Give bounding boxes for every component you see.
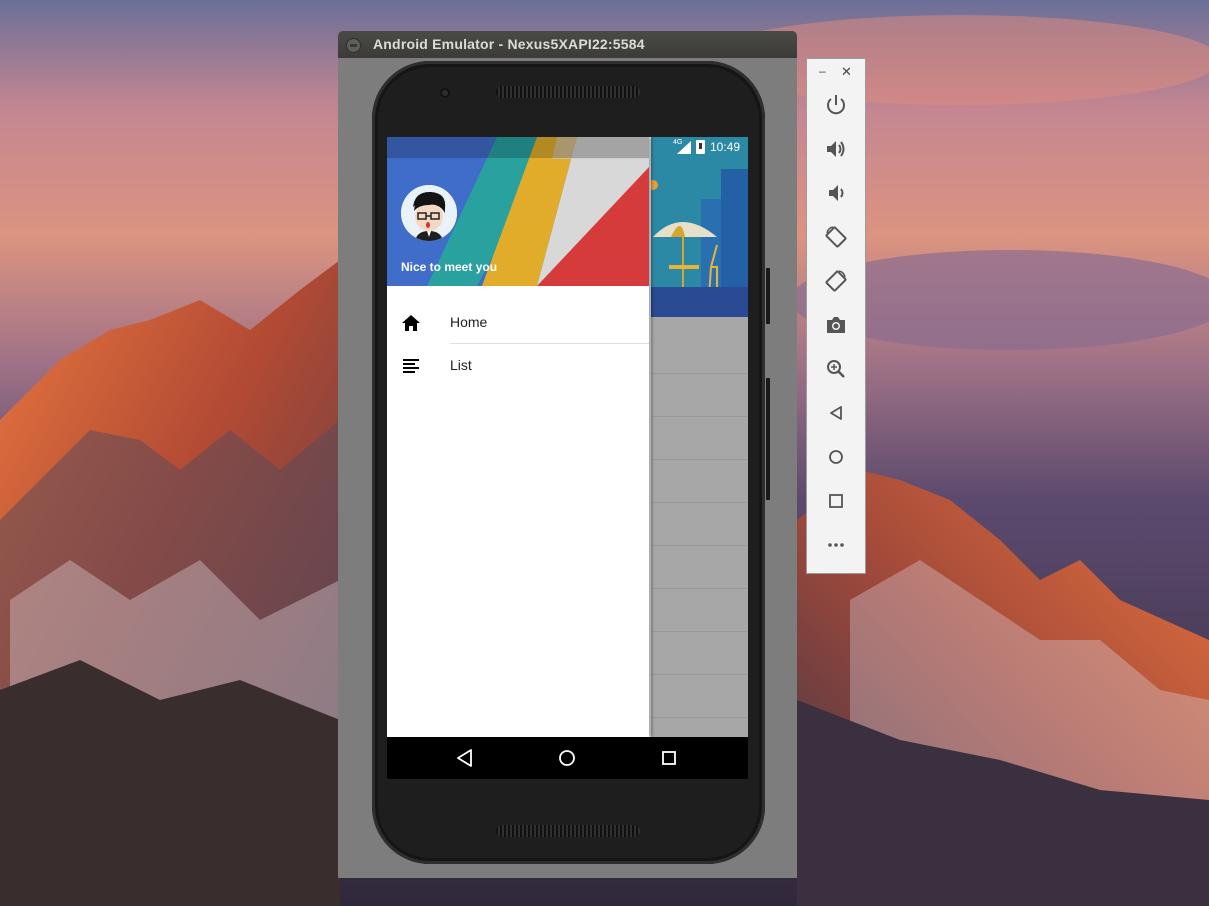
camera-icon[interactable] bbox=[824, 313, 848, 337]
app-content-scrim bbox=[651, 137, 748, 737]
home-circle-icon[interactable] bbox=[824, 445, 848, 469]
nav-recents-icon[interactable] bbox=[659, 748, 679, 768]
home-icon bbox=[402, 315, 420, 331]
zoom-icon[interactable] bbox=[824, 357, 848, 381]
drawer-header-title: Nice to meet you bbox=[401, 260, 498, 274]
power-side-button bbox=[766, 268, 770, 324]
list-icon bbox=[403, 359, 419, 373]
drawer-header: Nice to meet you bbox=[387, 137, 649, 286]
drawer-item-list[interactable]: List bbox=[387, 344, 649, 387]
volume-down-icon[interactable] bbox=[824, 181, 848, 205]
signal-icon: 4G bbox=[673, 139, 691, 154]
more-icon[interactable] bbox=[824, 533, 848, 557]
window-close-button[interactable] bbox=[346, 38, 361, 53]
drawer-item-label: Home bbox=[450, 314, 488, 330]
nav-home-icon[interactable] bbox=[557, 748, 577, 768]
overview-icon[interactable] bbox=[824, 489, 848, 513]
android-navigation-bar bbox=[387, 737, 748, 779]
navigation-drawer: Nice to meet you Home List bbox=[387, 137, 649, 737]
content-hero-image bbox=[651, 137, 748, 317]
nav-back-icon[interactable] bbox=[455, 748, 475, 768]
volume-side-button bbox=[766, 378, 770, 500]
avatar[interactable] bbox=[401, 185, 457, 241]
status-bar: 4G 10:49 bbox=[387, 137, 748, 158]
rotate-left-icon[interactable] bbox=[824, 225, 848, 249]
back-icon[interactable] bbox=[824, 401, 848, 425]
volume-up-icon[interactable] bbox=[824, 137, 848, 161]
front-camera bbox=[440, 88, 450, 98]
bottom-speaker bbox=[496, 825, 640, 837]
drawer-menu: Home List bbox=[387, 301, 649, 387]
phone-screen: 4G 10:49 Nice to meet you Home List bbox=[387, 137, 748, 779]
drawer-item-label: List bbox=[450, 357, 472, 373]
emulator-titlebar: Android Emulator - Nexus5XAPI22:5584 bbox=[338, 31, 797, 58]
status-time: 10:49 bbox=[709, 140, 740, 154]
power-icon[interactable] bbox=[824, 93, 848, 117]
emulator-toolbar: – ✕ bbox=[806, 58, 866, 574]
toolbar-minimize-button[interactable]: – bbox=[819, 64, 826, 78]
drawer-item-home[interactable]: Home bbox=[387, 301, 649, 344]
top-speaker bbox=[496, 86, 640, 98]
rotate-right-icon[interactable] bbox=[824, 269, 848, 293]
emulator-title: Android Emulator - Nexus5XAPI22:5584 bbox=[373, 36, 645, 52]
toolbar-close-button[interactable]: ✕ bbox=[841, 64, 852, 80]
battery-icon bbox=[695, 140, 705, 154]
